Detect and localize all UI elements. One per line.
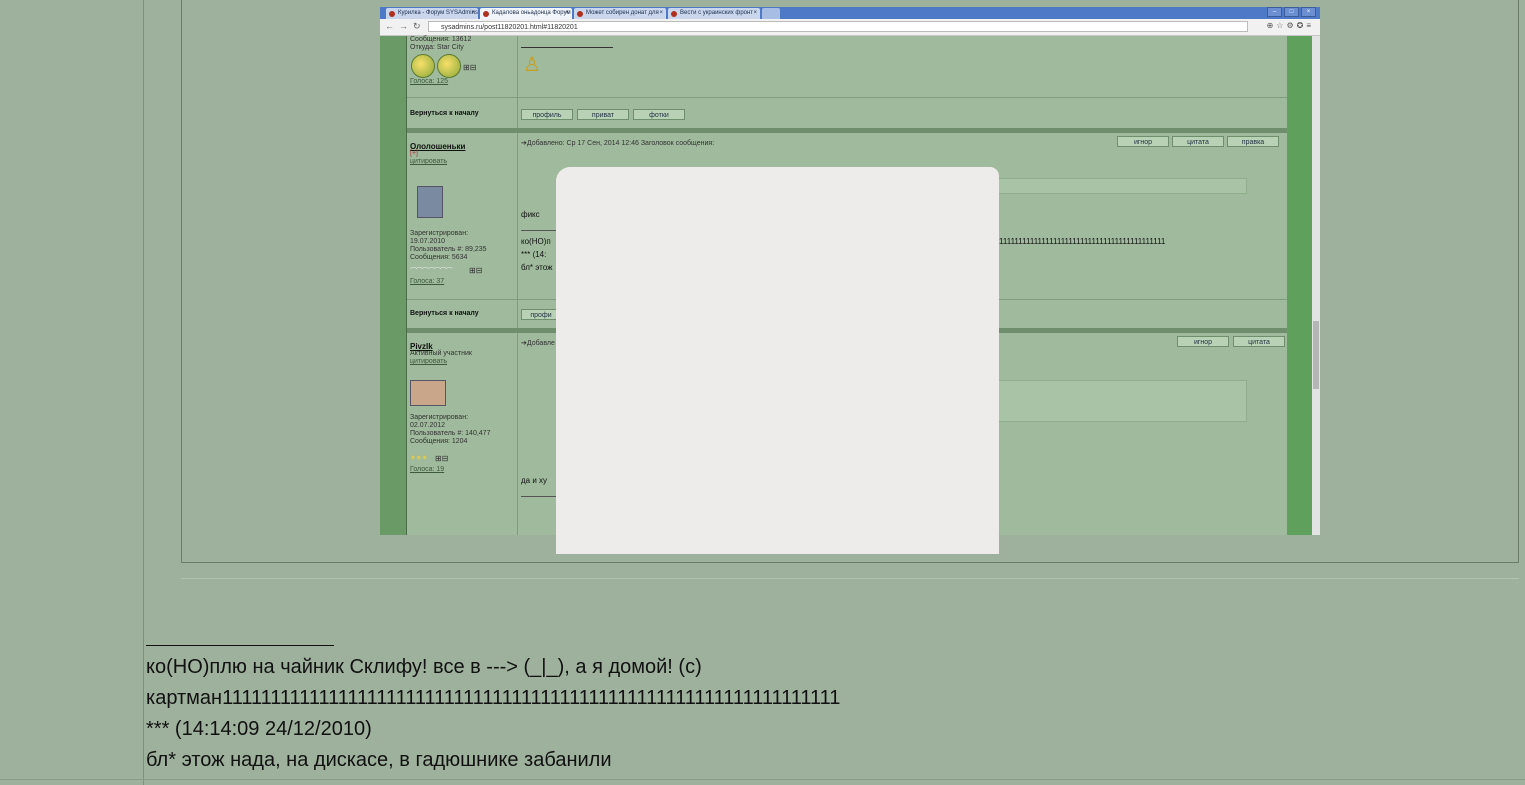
meta-from: Откуда: Star City [410,44,464,51]
post-body: да и ху [521,476,548,485]
author-rank: Активный участник [410,350,472,357]
window-controls: – □ × [1267,7,1316,17]
user-number: Пользователь #: 89,235 [410,246,487,253]
favicon-icon [671,11,677,17]
close-icon[interactable]: × [471,8,475,19]
quote-button[interactable]: цитата [1172,136,1224,147]
signature-line: *** (14: [521,250,547,259]
profile-button[interactable]: профиль [521,109,573,120]
rank-star-icon [411,54,435,78]
close-window-icon[interactable]: × [1301,7,1316,17]
toolbar-icons: ⊕☆⚙✪≡ [1266,21,1314,30]
private-button[interactable]: приват [577,109,629,120]
rank-star-icon [437,54,461,78]
dancing-figure-icon: ♙ [523,54,541,76]
favicon-icon [577,11,583,17]
quote-link[interactable]: цитировать [410,158,447,165]
photos-button[interactable]: фотки [633,109,685,120]
close-icon[interactable]: × [659,8,663,19]
back-arrow-icon[interactable]: ← [385,21,394,31]
registered-label: Зарегистрирован: [410,230,469,237]
messages-count: Сообщения: 1204 [410,438,468,445]
quote-button[interactable]: цитата [1233,336,1285,347]
author-name[interactable]: Ололошеньки [410,142,465,151]
browser-tab[interactable]: Курилка - Форум SYSAdmins × [386,8,478,19]
rank-star-icon: ✶✶✶ [410,455,428,462]
new-tab-button[interactable] [762,8,780,19]
column-divider [517,36,518,535]
messages-count: Сообщения: 5634 [410,254,468,261]
post-body: фикс [521,210,540,219]
reload-icon[interactable]: ↻ [413,21,421,32]
scrollbar-thumb[interactable] [1313,321,1319,389]
ignore-button[interactable]: игнор [1177,336,1229,347]
url-field[interactable]: sysadmins.ru/post11820201.html#11820201 [428,21,1248,32]
votes-link[interactable]: Голоса: 19 [410,466,444,473]
scrollbar[interactable] [1312,36,1320,535]
signature-line: ко(НО)п [521,237,551,246]
votes-link[interactable]: Голоса: 37 [410,278,444,285]
profile-button[interactable]: профи [521,309,561,320]
reputation-icon[interactable]: ⊞⊟ [435,454,448,463]
browser-tab-active[interactable]: Кадалова оньадонца Форум × [480,8,572,19]
signature-line-tail: 1111111111111111111111111111111111111111… [999,237,1166,246]
signature-line-4: бл* этож нада, на дискасе, в гадюшнике з… [146,749,612,771]
reputation-icon[interactable]: ⊞⊟ [469,266,482,275]
maximize-icon[interactable]: □ [1284,7,1299,17]
post-added-info: ➔Добавлено: Ср 17 Сен, 2014 12:46 Заголо… [521,140,715,147]
registered-label: Зарегистрирован: [410,414,469,421]
votes-link[interactable]: Голоса: 125 [410,78,448,85]
browser-tab[interactable]: Может собирен донат для × [574,8,666,19]
row-divider [407,97,1288,98]
signature-line: бл* этож [521,263,553,272]
signature-divider [521,230,561,231]
favicon-icon [389,11,395,17]
close-icon[interactable]: × [753,8,757,19]
post-separator [407,128,1288,133]
user-number: Пользователь #: 140,477 [410,430,491,437]
browser-tab-bar: Курилка - Форум SYSAdmins × Кадалова оньа… [380,7,1320,19]
back-to-top-link[interactable]: Вернуться к началу [410,110,479,117]
registered-date: 02.07.2012 [410,422,446,429]
frame-underline [181,578,1519,579]
browser-tab[interactable]: Вести с украинских фронт × [668,8,760,19]
forward-arrow-icon[interactable]: → [399,21,408,31]
signature-divider [521,47,613,48]
rank-wave-icon: ⌒⌒⌒⌒⌒⌒⌒ [410,268,453,275]
minimize-icon[interactable]: – [1267,7,1282,17]
avatar [410,380,446,406]
reputation-icon[interactable]: ⊞⊟ [463,63,476,72]
favicon-icon [483,11,489,17]
row-bottom-divider [0,779,1525,780]
meta-messages: Сообщения: 13612 [410,36,472,43]
ignore-button[interactable]: игнор [1117,136,1169,147]
avatar [417,186,443,218]
address-bar: ← → ↻ sysadmins.ru/post11820201.html#118… [380,19,1320,36]
left-column [0,0,144,785]
signature-line-3: *** (14:14:09 24/12/2010) [146,718,372,740]
close-icon[interactable]: × [565,8,569,19]
registered-date: 19.07.2010 [410,238,446,245]
signature-line-1: ко(НО)плю на чайник Склифу! все в ---> (… [146,656,702,678]
page-left-margin [380,36,406,535]
quote-link[interactable]: цитировать [410,358,447,365]
back-to-top-link[interactable]: Вернуться к началу [410,310,479,317]
edit-button[interactable]: правка [1227,136,1279,147]
author-tag: [+] [410,150,418,157]
post-added-info: ➔Добавле [521,340,555,347]
redacted-overlay [556,167,999,554]
signature-divider [146,645,334,646]
signature-divider [521,496,561,497]
signature-line-2: картман111111111111111111111111111111111… [146,687,841,709]
